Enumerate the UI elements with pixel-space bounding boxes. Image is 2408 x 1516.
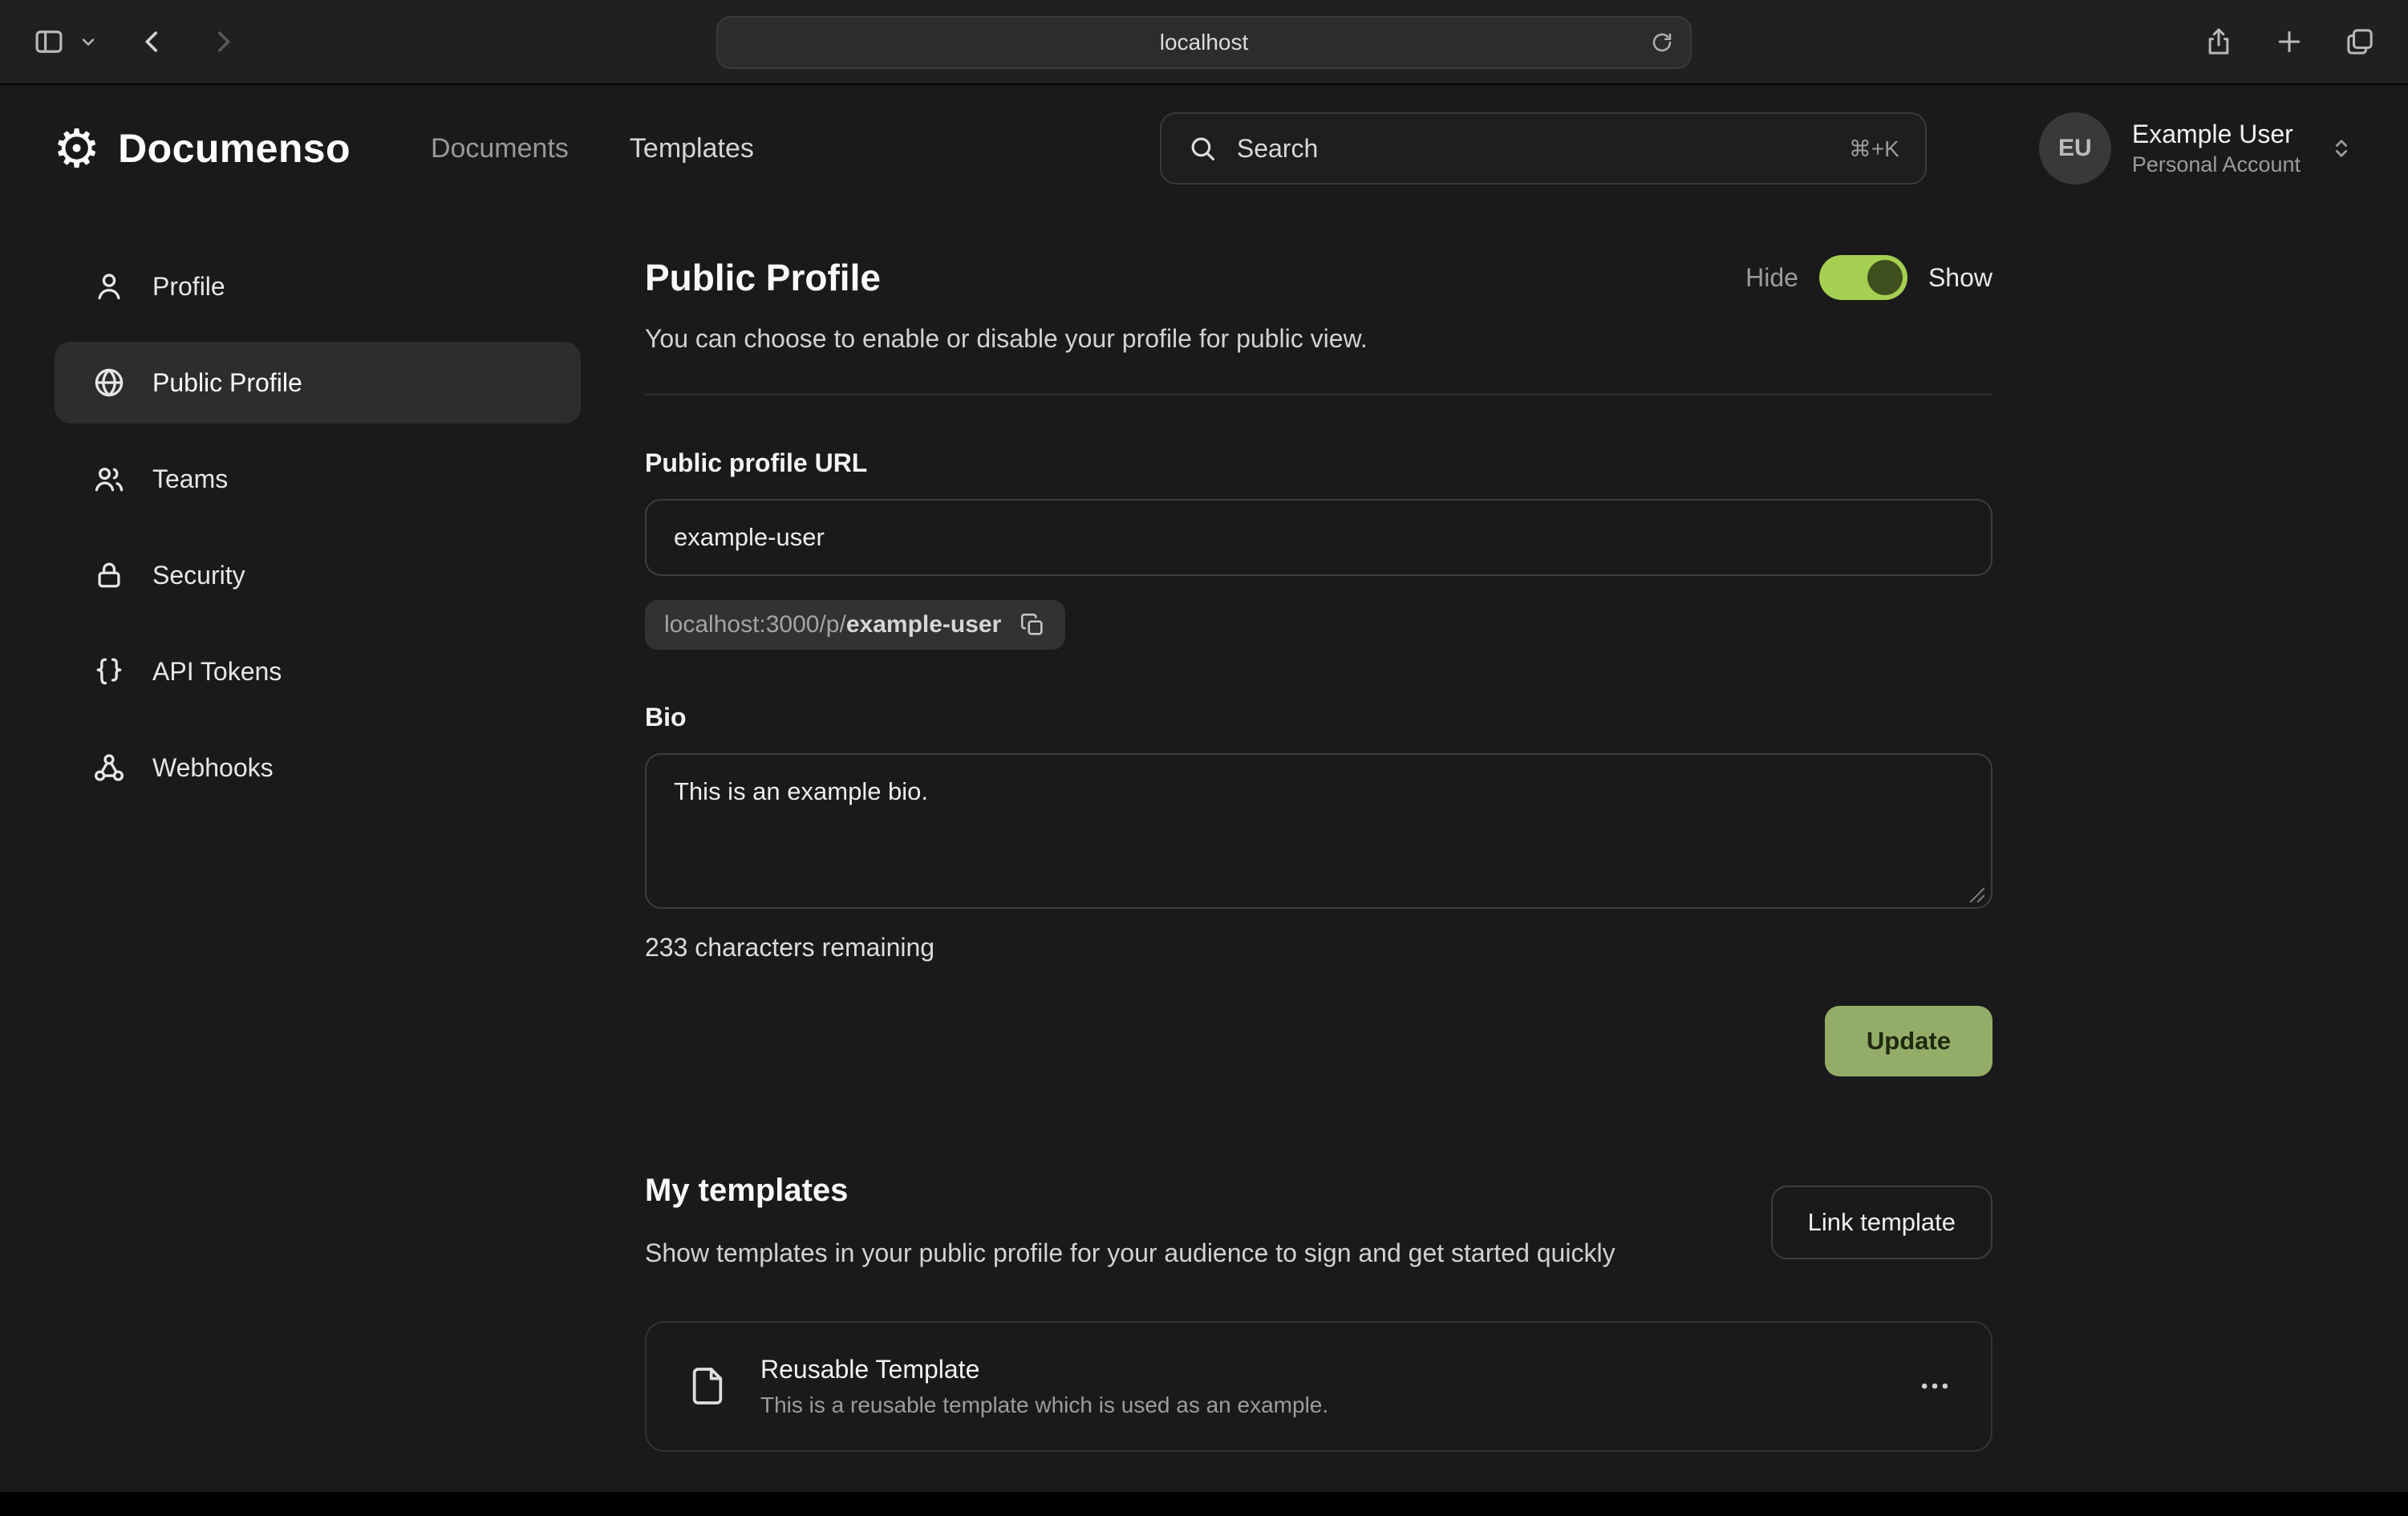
my-templates-section: My templates Show templates in your publ…	[645, 1173, 1992, 1452]
user-menu[interactable]: EU Example User Personal Account	[2039, 112, 2355, 184]
sidebar-panel-icon	[32, 25, 66, 59]
url-slug: example-user	[846, 611, 1001, 638]
page-subtitle: You can choose to enable or disable your…	[645, 324, 1992, 354]
templates-heading-block: My templates Show templates in your publ…	[645, 1173, 1615, 1275]
search-icon	[1187, 133, 1218, 164]
back-button[interactable]	[133, 22, 172, 61]
sidebar-item-api-tokens[interactable]: API Tokens	[55, 630, 581, 712]
brand[interactable]: ⚙ Documenso	[53, 122, 351, 175]
characters-remaining: 233 characters remaining	[645, 933, 1992, 963]
braces-icon	[91, 654, 127, 689]
link-template-button[interactable]: Link template	[1771, 1186, 1992, 1259]
address-bar-url: localhost	[1160, 30, 1249, 55]
new-tab-button[interactable]	[2270, 22, 2309, 61]
chevron-down-icon	[79, 32, 98, 51]
nav-templates[interactable]: Templates	[630, 133, 754, 164]
sidebar-item-label: API Tokens	[152, 657, 282, 687]
template-info: Reusable Template This is a reusable tem…	[760, 1355, 1328, 1418]
brand-name: Documenso	[118, 125, 351, 172]
url-field-label: Public profile URL	[645, 448, 1992, 478]
template-card: Reusable Template This is a reusable tem…	[645, 1321, 1992, 1452]
show-label: Show	[1928, 263, 1992, 293]
switch-knob	[1867, 260, 1903, 295]
bio-textarea[interactable]: This is an example bio.	[645, 753, 1992, 909]
page-title: Public Profile	[645, 256, 881, 299]
sidebar-item-webhooks[interactable]: Webhooks	[55, 727, 581, 809]
nav-documents[interactable]: Documents	[431, 133, 569, 164]
chevron-right-icon	[207, 26, 239, 58]
tab-overview-button[interactable]	[2341, 22, 2379, 61]
file-icon	[685, 1364, 730, 1409]
globe-icon	[91, 365, 127, 400]
settings-sidebar: Profile Public Profile Teams Security AP…	[55, 245, 581, 823]
sidebar-item-security[interactable]: Security	[55, 534, 581, 616]
templates-title: My templates	[645, 1173, 1615, 1209]
public-profile-panel: Public Profile Hide Show You can choose …	[645, 255, 1992, 1452]
toolbar-chevron-button[interactable]	[75, 29, 101, 55]
section-divider	[645, 394, 1992, 395]
share-button[interactable]	[2199, 22, 2238, 61]
copy-url-button[interactable]	[1019, 611, 1046, 638]
forward-button[interactable]	[204, 22, 242, 61]
copy-icon	[1019, 611, 1046, 638]
sidebar-item-profile[interactable]: Profile	[55, 245, 581, 327]
user-info: Example User Personal Account	[2132, 120, 2301, 177]
profile-url-text: localhost:3000/p/example-user	[664, 611, 1001, 638]
user-account-type: Personal Account	[2132, 152, 2301, 177]
tabs-icon	[2344, 26, 2376, 58]
avatar: EU	[2039, 112, 2111, 184]
resize-handle-icon[interactable]	[1967, 885, 1988, 906]
browser-toolbar: localhost	[0, 0, 2408, 85]
window-bottom-strip	[0, 1492, 2408, 1516]
hide-label: Hide	[1745, 263, 1798, 293]
sidebar-item-label: Security	[152, 561, 245, 590]
profile-url-preview: localhost:3000/p/example-user	[645, 600, 1065, 650]
address-bar[interactable]: localhost	[716, 16, 1692, 69]
webhook-icon	[91, 750, 127, 785]
update-button[interactable]: Update	[1825, 1006, 1992, 1076]
sidebar-item-label: Teams	[152, 464, 228, 494]
user-name: Example User	[2132, 120, 2301, 149]
plus-icon	[2273, 26, 2305, 58]
profile-url-input[interactable]	[645, 499, 1992, 576]
sidebar-panel-button[interactable]	[29, 22, 69, 62]
app-header: ⚙ Documenso Documents Templates Search ⌘…	[0, 85, 2408, 212]
bio-textarea-wrap: This is an example bio.	[645, 753, 1992, 915]
top-nav: Documents Templates	[431, 133, 754, 164]
bio-field-label: Bio	[645, 703, 1992, 732]
sidebar-item-teams[interactable]: Teams	[55, 438, 581, 520]
search-shortcut: ⌘+K	[1849, 136, 1899, 162]
chevrons-up-down-icon	[2328, 135, 2355, 162]
profile-visibility-switch[interactable]	[1819, 255, 1907, 300]
lock-icon	[91, 557, 127, 593]
reload-button[interactable]	[1650, 30, 1674, 55]
browser-window-controls	[2199, 22, 2379, 61]
templates-subtitle: Show templates in your public profile fo…	[645, 1233, 1615, 1275]
template-name: Reusable Template	[760, 1355, 1328, 1384]
search-placeholder: Search	[1237, 134, 1318, 164]
share-icon	[2203, 26, 2235, 58]
settings-layout: Profile Public Profile Teams Security AP…	[0, 212, 2408, 1452]
template-description: This is a reusable template which is use…	[760, 1392, 1328, 1418]
sidebar-item-label: Webhooks	[152, 753, 274, 783]
browser-nav-controls	[29, 22, 242, 62]
chevron-left-icon	[136, 26, 168, 58]
user-icon	[91, 269, 127, 304]
users-icon	[91, 461, 127, 497]
sidebar-item-public-profile[interactable]: Public Profile	[55, 342, 581, 424]
template-menu-button[interactable]	[1917, 1368, 1952, 1404]
documenso-logo-icon: ⚙	[53, 122, 100, 175]
ellipsis-icon	[1917, 1368, 1952, 1404]
sidebar-item-label: Public Profile	[152, 368, 302, 398]
search-input[interactable]: Search ⌘+K	[1160, 112, 1927, 184]
url-prefix: localhost:3000/p/	[664, 611, 846, 638]
reload-icon	[1650, 30, 1674, 55]
visibility-toggle-group: Hide Show	[1745, 255, 1992, 300]
sidebar-item-label: Profile	[152, 272, 225, 302]
